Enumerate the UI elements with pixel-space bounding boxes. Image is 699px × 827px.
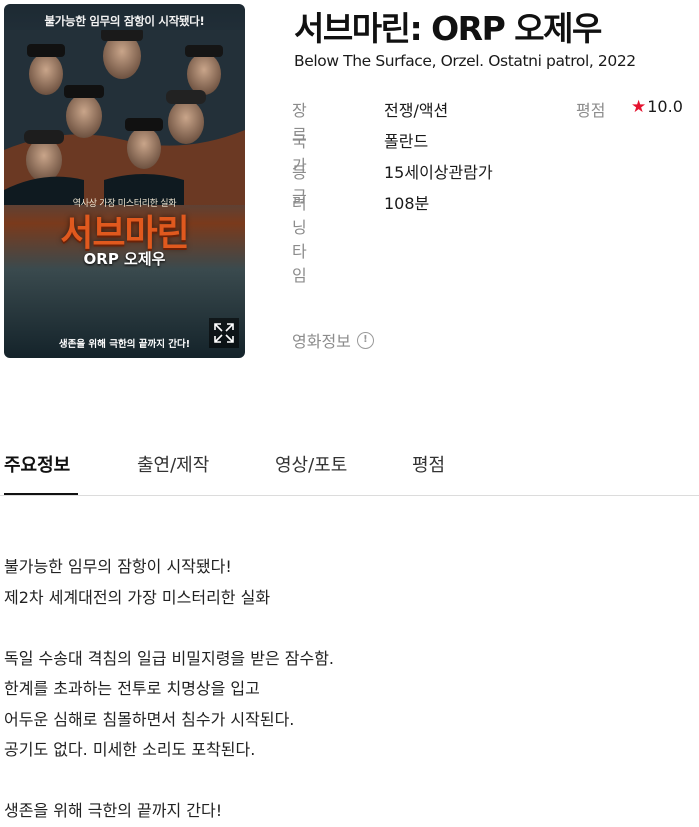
runtime-value: 108분 <box>384 194 430 213</box>
synopsis-line: 생존을 위해 극한의 끝까지 간다! <box>4 801 223 820</box>
active-tab-indicator <box>4 493 78 495</box>
synopsis-line: 공기도 없다. 미세한 소리도 포착된다. <box>4 740 256 759</box>
poster-subtitle: ORP 오제우 <box>83 250 166 268</box>
country-value: 폴란드 <box>384 132 429 151</box>
synopsis-line <box>4 766 334 797</box>
rating-score: ★10.0 <box>631 97 683 117</box>
rating-value: 10.0 <box>647 97 683 116</box>
expand-icon[interactable] <box>209 318 239 348</box>
synopsis: 불가능한 임무의 잠항이 시작됐다! 제2차 세계대전의 가장 미스터리한 실화… <box>4 552 334 827</box>
synopsis-line <box>4 613 334 644</box>
genre-value: 전쟁/액션 <box>384 101 449 120</box>
synopsis-line: 한계를 초과하는 전투로 치명상을 입고 <box>4 679 260 698</box>
movie-poster[interactable]: 불가능한 임무의 잠항이 시작됐다! 역사상 가장 미스터리한 실화 서브마린 … <box>4 4 245 358</box>
movie-info-label: 영화정보 <box>292 332 351 351</box>
grade-value: 15세이상관람가 <box>384 163 493 182</box>
poster-crew-artwork <box>4 30 245 205</box>
tab-video-photo[interactable]: 영상/포토 <box>275 451 347 477</box>
runtime-label: 러닝타임 <box>292 194 307 285</box>
poster-tagline: 불가능한 임무의 잠항이 시작됐다! <box>44 14 205 28</box>
tab-reviews[interactable]: 평점 <box>412 451 445 477</box>
synopsis-line: 어두운 심해로 침몰하면서 침수가 시작된다. <box>4 709 295 729</box>
movie-title: 서브마린: ORP 오제우 <box>294 9 602 48</box>
synopsis-line: 불가능한 임무의 잠항이 시작됐다! <box>4 557 232 576</box>
synopsis-line: 독일 수송대 격침의 일급 비밀지령을 받은 잠수함. <box>4 648 335 668</box>
synopsis-line: 제2차 세계대전의 가장 미스터리한 실화 <box>4 587 271 607</box>
star-icon: ★ <box>631 97 647 117</box>
original-title: Below The Surface, Orzel. Ostatni patrol… <box>294 52 636 70</box>
tab-main-info[interactable]: 주요정보 <box>4 451 70 477</box>
movie-info-link[interactable]: 영화정보 ! <box>292 328 374 352</box>
tab-bar: 주요정보 출연/제작 영상/포토 평점 <box>0 440 699 496</box>
tab-cast-crew[interactable]: 출연/제작 <box>137 451 209 477</box>
info-icon[interactable]: ! <box>356 331 374 349</box>
rating-label: 평점 <box>576 101 606 120</box>
